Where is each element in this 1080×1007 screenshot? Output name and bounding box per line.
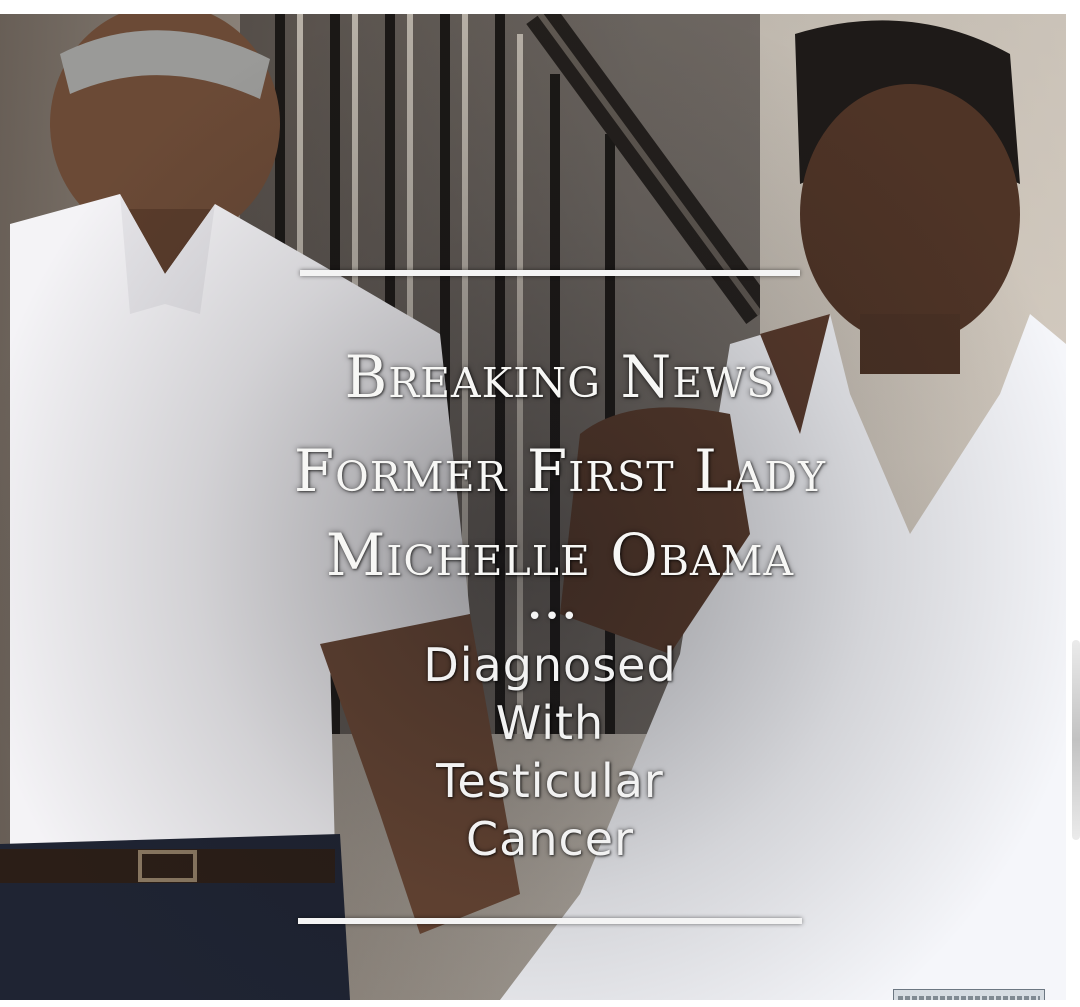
headline-line-3: Michelle Obama <box>325 521 795 589</box>
scroll-handle[interactable] <box>1072 640 1080 840</box>
headline-line-2: Former First Lady <box>293 437 827 505</box>
meme-photo: Breaking News Former First Lady Michelle… <box>0 14 1066 1000</box>
subtext-line-2: With <box>495 696 605 750</box>
subtext-line-1: Diagnosed <box>423 638 677 692</box>
watermark-logo <box>893 989 1045 1000</box>
right-margin <box>1066 0 1080 1007</box>
top-divider <box>300 270 800 276</box>
subtext-line-4: Cancer <box>466 812 634 866</box>
ellipsis-separator: ••• <box>526 602 579 632</box>
subtext-line-3: Testicular <box>436 754 664 808</box>
headline-line-1: Breaking News <box>344 343 776 411</box>
bottom-divider <box>298 918 802 924</box>
